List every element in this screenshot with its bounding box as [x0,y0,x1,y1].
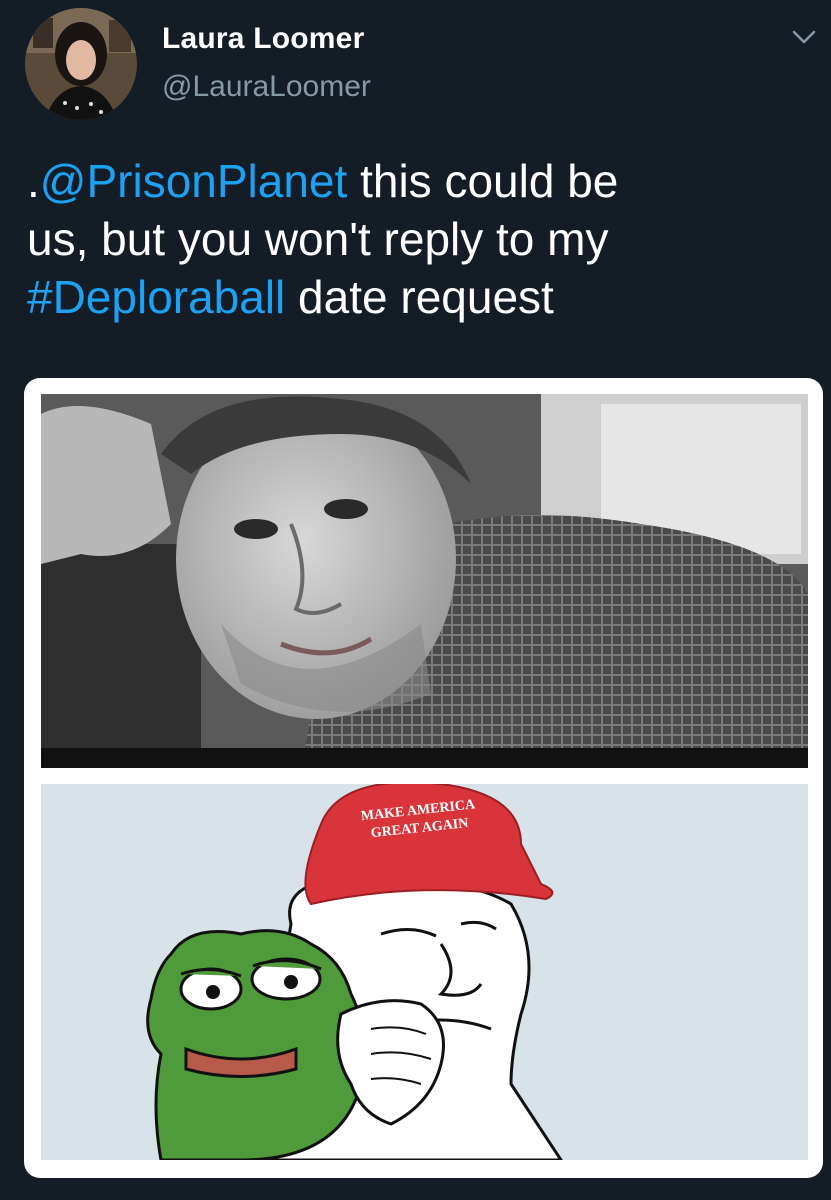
tweet-text-end: date request [285,271,554,323]
user-handle[interactable]: @LauraLoomer [162,70,371,104]
display-name[interactable]: Laura Loomer [162,22,364,56]
media-image[interactable]: MAKE AMERICA GREAT AGAIN [24,378,823,1178]
mention-link[interactable]: @PrisonPlanet [40,155,348,207]
tweet-text: .@PrisonPlanet this could be us, but you… [27,152,787,326]
hashtag-link[interactable]: #Deploraball [27,271,285,323]
tweet: Laura Loomer @LauraLoomer .@PrisonPlanet… [0,0,831,1200]
avatar[interactable] [25,8,137,120]
meme-drawing: MAKE AMERICA GREAT AGAIN [41,784,808,1160]
portrait-photo [41,394,808,768]
tweet-text-prefix: . [27,155,40,207]
chevron-down-icon[interactable] [790,26,818,48]
profile-photo-icon [25,8,137,120]
